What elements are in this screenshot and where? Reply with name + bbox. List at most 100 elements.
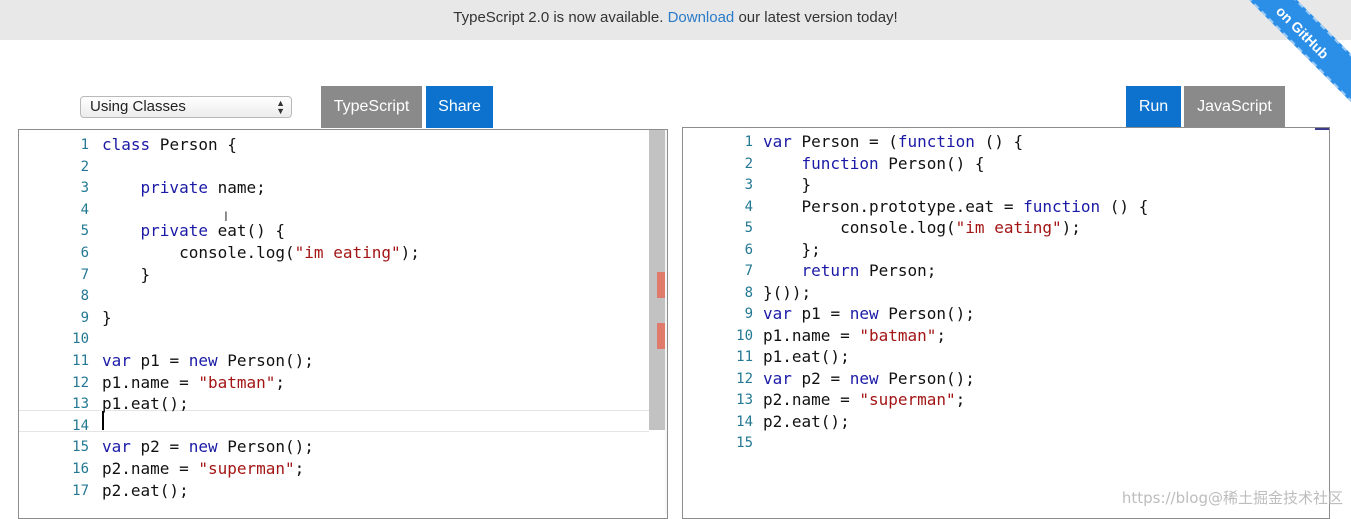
line-number: 15	[72, 439, 89, 456]
code-text: p2.eat();	[102, 480, 189, 500]
line-number: 5	[744, 220, 753, 236]
code-text: ;	[936, 325, 947, 345]
line-number: 7	[80, 266, 89, 283]
line-number: 6	[80, 245, 89, 261]
code-keyword: private	[140, 221, 208, 241]
code-text: }	[763, 175, 812, 194]
code-line: class Person {	[102, 134, 237, 156]
editor-overview-ruler	[665, 130, 667, 514]
download-link[interactable]: Download	[668, 9, 735, 26]
code-text: ;	[275, 372, 286, 392]
code-text: );	[400, 243, 420, 262]
code-text: Person = (	[791, 132, 898, 151]
code-line: var p2 = new Person();	[102, 436, 314, 458]
code-text: p1 =	[130, 351, 189, 370]
line-number: 15	[736, 435, 753, 451]
code-line: var p1 = new Person();	[102, 350, 314, 372]
code-text: eat() {	[207, 221, 286, 241]
code-line: p2.eat();	[763, 411, 850, 433]
code-text: p2.name =	[102, 459, 199, 478]
line-number: 11	[736, 349, 753, 365]
code-text: p2 =	[130, 437, 189, 457]
code-line: console.log("im eating");	[763, 217, 1081, 239]
tab-javascript[interactable]: JavaScript	[1184, 86, 1285, 128]
line-number: 13	[72, 396, 89, 413]
line-number: 11	[72, 353, 89, 369]
code-text: Person();	[217, 437, 314, 457]
line-number: 3	[80, 180, 89, 197]
code-text: };	[763, 239, 821, 259]
line-number: 5	[80, 223, 89, 240]
typescript-editor[interactable]: I 1 class Person {2 3 private name; 4 5 priv…	[18, 129, 668, 519]
code-line: var p1 = new Person();	[763, 303, 975, 325]
code-keyword: var	[102, 437, 131, 457]
code-string: "batman"	[859, 325, 937, 345]
line-number: 1	[80, 137, 89, 153]
banner-text-after: our latest version today!	[734, 9, 898, 26]
code-text: p2.name =	[763, 390, 860, 409]
line-number: 16	[72, 461, 89, 477]
code-text: console.log(	[102, 243, 295, 262]
code-text: Person();	[878, 368, 975, 388]
code-keyword: function	[897, 132, 975, 151]
code-text: }());	[763, 282, 812, 302]
code-string: "im eating"	[955, 218, 1062, 237]
code-text: Person;	[859, 261, 937, 280]
code-line: console.log("im eating");	[102, 242, 420, 264]
line-number: 9	[744, 306, 753, 322]
error-marker	[657, 323, 665, 349]
line-number: 8	[80, 288, 89, 305]
share-button[interactable]: Share	[426, 86, 493, 128]
code-keyword: new	[849, 304, 879, 323]
code-keyword: var	[763, 132, 792, 151]
line-number: 2	[80, 158, 89, 175]
code-line: p1.eat();	[763, 346, 850, 368]
javascript-output-editor[interactable]: 1 var Person = (function () {2 function P…	[682, 127, 1330, 519]
example-select[interactable]: Using Classes ▲ ▼	[80, 96, 292, 118]
code-line: p1.name = "batman";	[102, 372, 285, 394]
code-text: p1.eat();	[763, 347, 850, 366]
code-text: ;	[294, 459, 305, 478]
code-string: "im eating"	[294, 243, 401, 262]
code-keyword: new	[188, 437, 218, 457]
line-number: 10	[736, 327, 753, 344]
run-button[interactable]: Run	[1126, 86, 1181, 128]
code-text: Person() {	[878, 153, 985, 173]
line-number: 1	[744, 134, 753, 150]
code-string: "batman"	[198, 372, 276, 392]
watermark: https://blog@稀土掘金技术社区	[1121, 489, 1343, 507]
code-keyword: var	[763, 368, 792, 388]
line-number: 12	[736, 370, 753, 387]
code-keyword: return	[801, 261, 860, 280]
tab-typescript[interactable]: TypeScript	[321, 86, 422, 128]
example-select-value: Using Classes	[90, 98, 186, 115]
line-number: 12	[72, 374, 89, 391]
code-text: p1.name =	[763, 325, 860, 345]
code-string: "superman"	[198, 459, 295, 478]
code-keyword: function	[1023, 196, 1101, 216]
line-number: 4	[80, 201, 89, 218]
code-keyword: var	[763, 304, 792, 323]
code-string: "superman"	[859, 390, 956, 409]
code-keyword: function	[801, 153, 879, 173]
code-line: p1.name = "batman";	[763, 325, 946, 347]
line-number: 17	[72, 482, 89, 499]
error-marker	[657, 272, 665, 298]
code-line: return Person;	[763, 260, 937, 282]
select-arrows-icon: ▲ ▼	[276, 98, 285, 116]
line-number: 4	[744, 198, 753, 215]
code-text: }	[102, 264, 151, 284]
code-line: p1.eat();	[102, 393, 189, 415]
code-text: p1.name =	[102, 372, 199, 392]
overview-ruler-mark	[1315, 128, 1329, 130]
code-line: }());	[763, 282, 811, 304]
line-number: 8	[744, 284, 753, 301]
line-number: 13	[736, 392, 753, 408]
code-text: }	[102, 307, 112, 327]
announcement-banner: TypeScript 2.0 is now available. Downloa…	[0, 0, 1351, 40]
code-line: var Person = (function () {	[763, 131, 1023, 153]
